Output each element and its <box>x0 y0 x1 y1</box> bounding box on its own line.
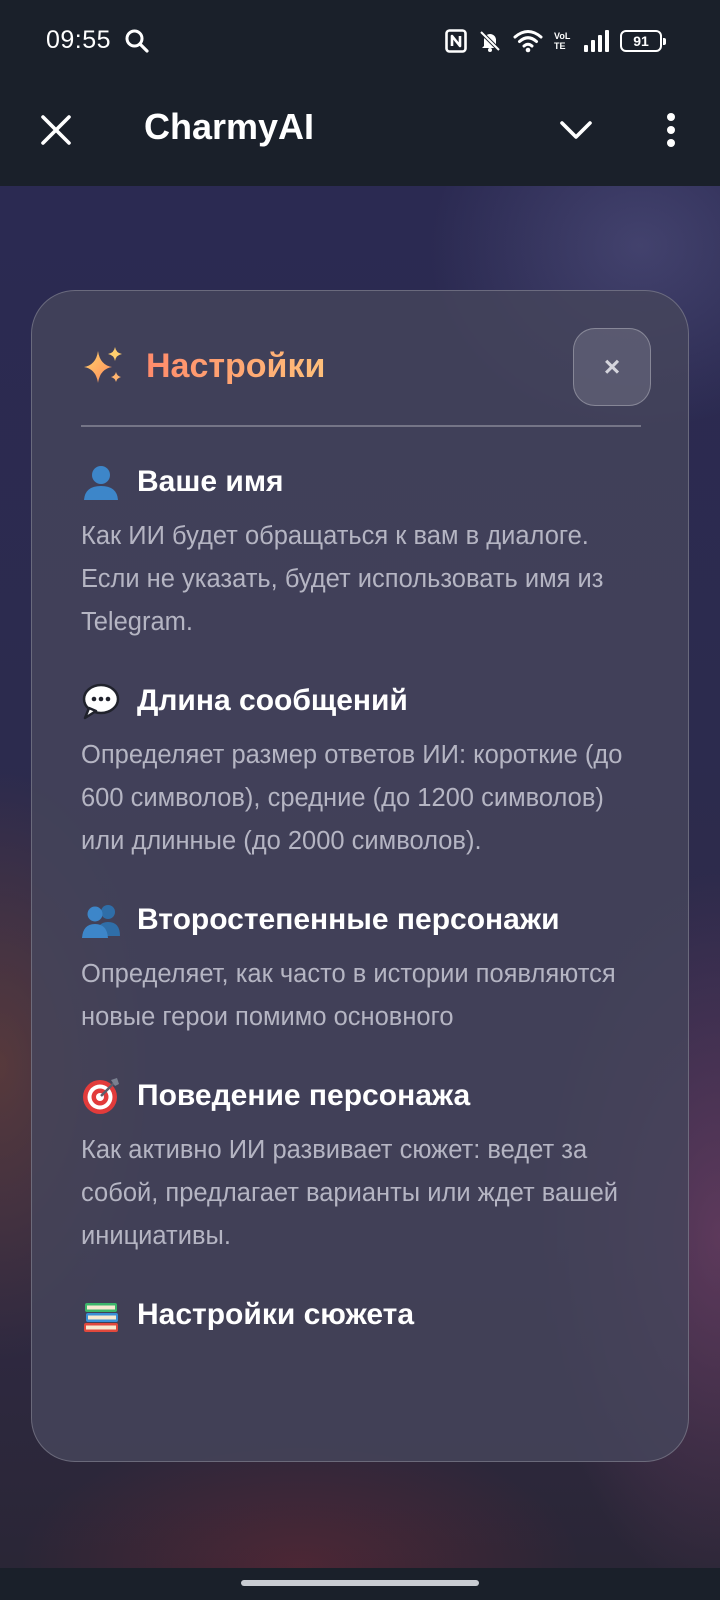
section-title: Ваше имя <box>137 465 284 498</box>
wifi-icon <box>513 29 543 53</box>
modal-header: Настройки <box>82 343 325 389</box>
section-message-length: Длина сообщений Определяет размер ответо… <box>81 678 641 863</box>
section-description: Определяет размер ответов ИИ: короткие (… <box>81 741 623 855</box>
section-head: Длина сообщений <box>81 678 641 724</box>
sparkles-icon <box>82 345 124 387</box>
section-character-behavior: Поведение персонажа Как активно ИИ разви… <box>81 1073 641 1258</box>
settings-sections: Ваше имя Как ИИ будет обращаться к вам в… <box>81 459 641 1372</box>
volte-icon: VoLTE <box>554 31 571 51</box>
section-title: Длина сообщений <box>137 684 408 717</box>
section-description: Как активно ИИ развивает сюжет: ведет за… <box>81 1136 619 1250</box>
modal-title: Настройки <box>146 346 326 385</box>
home-gesture-handle[interactable] <box>241 1580 479 1586</box>
settings-modal: Настройки × Ваше имя Как ИИ будет обраща… <box>31 290 689 1462</box>
users-icon <box>81 900 121 940</box>
status-icons: VoLTE 91 <box>445 26 666 56</box>
app-title: CharmyAI <box>144 106 315 147</box>
books-icon <box>81 1295 121 1335</box>
section-description: Как ИИ будет обращаться к вам в диалоге.… <box>81 522 604 636</box>
status-bar: 09:55 VoLTE 91 <box>0 0 720 80</box>
status-time: 09:55 <box>46 26 112 54</box>
user-icon <box>81 462 121 502</box>
mute-bell-icon <box>478 29 502 53</box>
section-title: Второстепенные персонажи <box>137 903 560 936</box>
section-title: Настройки сюжета <box>137 1298 415 1331</box>
section-your-name: Ваше имя Как ИИ будет обращаться к вам в… <box>81 459 641 644</box>
section-plot-settings: Настройки сюжета <box>81 1292 641 1338</box>
battery-icon: 91 <box>620 30 666 52</box>
section-secondary-characters: Второстепенные персонажи Определяет, как… <box>81 897 641 1039</box>
nfc-icon <box>445 29 467 53</box>
divider <box>81 425 641 427</box>
speech-bubble-icon <box>81 681 121 721</box>
section-description: Определяет, как часто в истории появляют… <box>81 960 616 1031</box>
app-bar: CharmyAI <box>0 80 720 186</box>
section-head: Настройки сюжета <box>81 1292 641 1338</box>
navigation-bar <box>0 1568 720 1600</box>
search-icon <box>124 28 150 54</box>
modal-close-button[interactable]: × <box>573 328 651 406</box>
section-head: Ваше имя <box>81 459 641 505</box>
section-head: Второстепенные персонажи <box>81 897 641 943</box>
close-icon[interactable] <box>36 110 76 150</box>
target-icon <box>81 1076 121 1116</box>
section-title: Поведение персонажа <box>137 1079 471 1112</box>
screen: 09:55 VoLTE 91 CharmyAI Настройки × Ваше… <box>0 0 720 1600</box>
more-vertical-icon[interactable] <box>656 110 686 150</box>
section-head: Поведение персонажа <box>81 1073 641 1119</box>
signal-icon <box>583 30 609 52</box>
chevron-down-icon[interactable] <box>556 114 596 146</box>
